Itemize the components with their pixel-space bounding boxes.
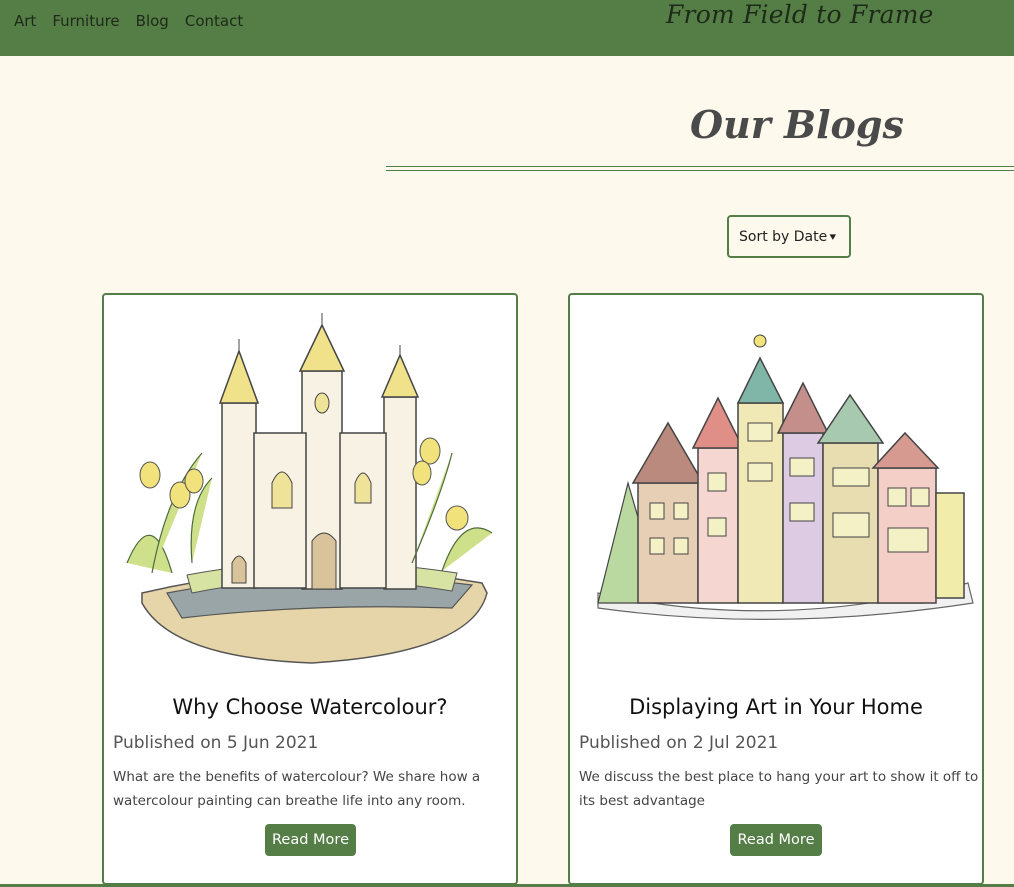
blog-card-title[interactable]: Why Choose Watercolour? (104, 695, 516, 719)
watercolour-castle-illustration (112, 303, 508, 673)
sort-select-label: Sort by Date (739, 228, 828, 245)
blog-card-date: Published on 2 Jul 2021 (579, 733, 779, 753)
title-divider-bottom (386, 170, 1014, 171)
blog-card: Why Choose Watercolour? Published on 5 J… (102, 293, 518, 885)
blog-card-description: What are the benefits of watercolour? We… (113, 769, 481, 809)
main-nav: Art Furniture Blog Contact (14, 11, 259, 31)
chevron-down-icon: ▾ (829, 230, 837, 243)
title-divider-top (386, 166, 1014, 167)
page-title: Our Blogs (690, 102, 904, 147)
watercolour-town-illustration (578, 303, 974, 673)
blog-card-description: We discuss the best place to hang your a… (579, 769, 979, 809)
sort-by-date-select[interactable]: Sort by Date ▾ (727, 215, 851, 258)
nav-blog-link[interactable]: Blog (136, 11, 169, 31)
read-more-button[interactable]: Read More (730, 824, 822, 856)
nav-art-link[interactable]: Art (14, 11, 36, 31)
brand-logo[interactable]: From Field to Frame (666, 0, 933, 34)
nav-furniture-link[interactable]: Furniture (52, 11, 119, 31)
read-more-button[interactable]: Read More (265, 824, 356, 856)
top-navbar: Art Furniture Blog Contact From Field to… (0, 0, 1014, 56)
nav-contact-link[interactable]: Contact (185, 11, 243, 31)
blog-card: Displaying Art in Your Home Published on… (568, 293, 984, 885)
blog-card-title[interactable]: Displaying Art in Your Home (570, 695, 982, 719)
blog-card-date: Published on 5 Jun 2021 (113, 733, 319, 753)
